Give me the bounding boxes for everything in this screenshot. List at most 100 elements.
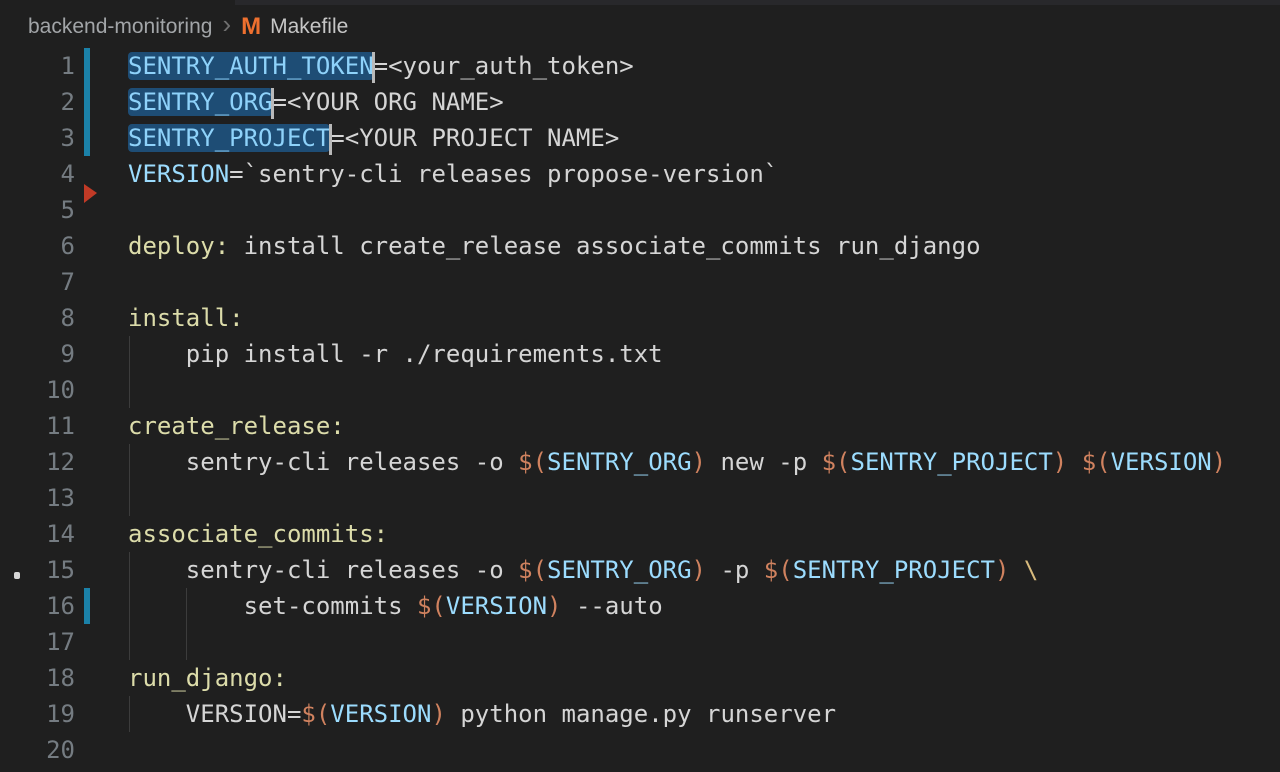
- line-number[interactable]: 9: [0, 336, 75, 372]
- code-line[interactable]: 14 associate_commits:: [0, 516, 1280, 552]
- code-text: set-commits $(VERSION) --auto: [128, 588, 663, 624]
- code-token: install create_release associate_commits…: [229, 232, 980, 260]
- line-number[interactable]: 12: [0, 444, 75, 480]
- code-line[interactable]: 9 pip install -r ./requirements.txt: [0, 336, 1280, 372]
- code-token: SENTRY_ORG: [128, 88, 273, 116]
- code-line[interactable]: 4 VERSION=`sentry-cli releases propose-ve…: [0, 156, 1280, 192]
- code-token: \: [1024, 556, 1038, 584]
- code-line[interactable]: 13: [0, 480, 1280, 516]
- line-number[interactable]: 1: [0, 48, 75, 84]
- code-line[interactable]: 10: [0, 372, 1280, 408]
- code-line[interactable]: 19 VERSION=$(VERSION) python manage.py r…: [0, 696, 1280, 732]
- code-text: sentry-cli releases -o $( SENTRY_ORG) new…: [128, 444, 1226, 480]
- code-token: SENTRY_AUTH_TOKEN: [128, 52, 374, 80]
- line-number[interactable]: 8: [0, 300, 75, 336]
- breadcrumb-file-label: Makefile: [270, 15, 348, 39]
- line-number[interactable]: 17: [0, 624, 75, 660]
- code-token: python manage.py runserver: [446, 700, 836, 728]
- code-token: VERSION: [128, 160, 229, 188]
- git-modified-bar[interactable]: [84, 84, 90, 120]
- line-number[interactable]: 14: [0, 516, 75, 552]
- code-line[interactable]: 18 run_django:: [0, 660, 1280, 696]
- line-number[interactable]: 5: [0, 192, 75, 228]
- code-token: --auto: [562, 592, 663, 620]
- code-token: ): [692, 556, 706, 584]
- code-token: SENTRY_PROJECT: [851, 448, 1053, 476]
- code-line[interactable]: 15 sentry-cli releases -o $(SENTRY_ORG) …: [0, 552, 1280, 588]
- code-token: new -p: [706, 448, 822, 476]
- makefile-icon: M: [241, 13, 261, 41]
- code-line[interactable]: 17: [0, 624, 1280, 660]
- breadcrumb-item-project[interactable]: backend-monitoring: [28, 15, 212, 39]
- code-line[interactable]: 6 deploy: install create_release associat…: [0, 228, 1280, 264]
- indent-guide: [129, 372, 130, 408]
- code-text: SENTRY_PROJECT=<YOUR PROJECT NAME>: [128, 120, 619, 156]
- line-number[interactable]: 10: [0, 372, 75, 408]
- line-number[interactable]: 16: [0, 588, 75, 624]
- code-token: SENTRY_PROJECT: [128, 124, 330, 152]
- line-number[interactable]: 19: [0, 696, 75, 732]
- red-marker-icon: [84, 184, 97, 203]
- code-text: VERSION=$(VERSION) python manage.py runs…: [128, 696, 836, 732]
- code-text: deploy: install create_release associate…: [128, 228, 981, 264]
- code-token: run_django:: [128, 664, 287, 692]
- code-line[interactable]: 3 SENTRY_PROJECT=<YOUR PROJECT NAME>: [0, 120, 1280, 156]
- line-number[interactable]: 18: [0, 660, 75, 696]
- code-text: run_django:: [128, 660, 287, 696]
- code-line[interactable]: 8install:: [0, 300, 1280, 336]
- chevron-right-icon: ›: [212, 9, 241, 44]
- line-number[interactable]: 6: [0, 228, 75, 264]
- breadcrumb-item-file[interactable]: M Makefile: [241, 13, 348, 41]
- line-number[interactable]: 7: [0, 264, 75, 300]
- code-text: sentry-cli releases -o $(SENTRY_ORG) -p …: [128, 552, 1038, 588]
- code-editor[interactable]: 1 SENTRY_AUTH_TOKEN=<your_auth_token> 2 SEN…: [0, 48, 1280, 772]
- code-line[interactable]: 20: [0, 732, 1280, 768]
- code-token: deploy:: [128, 232, 229, 260]
- indent-guide: [129, 480, 130, 516]
- line-number[interactable]: 3: [0, 120, 75, 156]
- code-text: create_release:: [128, 408, 345, 444]
- code-token: pip install -r ./requirements.txt: [128, 340, 663, 368]
- code-token: =<your_auth_token>: [374, 52, 634, 80]
- code-token: =<YOUR PROJECT NAME>: [330, 124, 619, 152]
- code-token: SENTRY_ORG: [547, 448, 692, 476]
- line-number[interactable]: 15: [0, 552, 75, 588]
- git-modified-bar[interactable]: [84, 48, 90, 84]
- code-token: ): [547, 592, 561, 620]
- code-token: ): [692, 448, 706, 476]
- mouse-cursor-dot: [14, 572, 20, 579]
- line-number[interactable]: 13: [0, 480, 75, 516]
- code-token: SENTRY_ORG: [547, 556, 692, 584]
- code-token: ): [995, 556, 1009, 584]
- git-modified-bar[interactable]: [84, 588, 90, 624]
- line-number[interactable]: 20: [0, 732, 75, 768]
- code-text: associate_commits:: [128, 516, 388, 552]
- code-token: =`sentry-cli releases propose-version`: [229, 160, 778, 188]
- code-line[interactable]: 11 create_release:: [0, 408, 1280, 444]
- code-token: VERSION=: [128, 700, 301, 728]
- indent-guide: [186, 624, 187, 660]
- indent-guide: [129, 624, 130, 660]
- code-token: SENTRY_PROJECT: [793, 556, 995, 584]
- git-modified-bar[interactable]: [84, 120, 90, 156]
- code-token: [1067, 448, 1081, 476]
- code-token: ): [1212, 448, 1226, 476]
- code-token: VERSION: [446, 592, 547, 620]
- text-cursor: [329, 124, 332, 155]
- code-token: $(: [301, 700, 330, 728]
- code-text: pip install -r ./requirements.txt: [128, 336, 663, 372]
- code-line[interactable]: 12 sentry-cli releases -o $( SENTRY_ORG) …: [0, 444, 1280, 480]
- code-line[interactable]: 1 SENTRY_AUTH_TOKEN=<your_auth_token>: [0, 48, 1280, 84]
- code-token: $(: [1082, 448, 1111, 476]
- code-line[interactable]: 16 set-commits $(VERSION) --auto: [0, 588, 1280, 624]
- text-cursor: [271, 88, 274, 119]
- code-token: VERSION: [330, 700, 431, 728]
- code-token: sentry-cli releases -o: [128, 448, 518, 476]
- code-line[interactable]: 2SENTRY_ORG=<YOUR ORG NAME>: [0, 84, 1280, 120]
- code-token: [1009, 556, 1023, 584]
- line-number[interactable]: 2: [0, 84, 75, 120]
- code-line[interactable]: 7: [0, 264, 1280, 300]
- code-line[interactable]: 5: [0, 192, 1280, 228]
- line-number[interactable]: 4: [0, 156, 75, 192]
- line-number[interactable]: 11: [0, 408, 75, 444]
